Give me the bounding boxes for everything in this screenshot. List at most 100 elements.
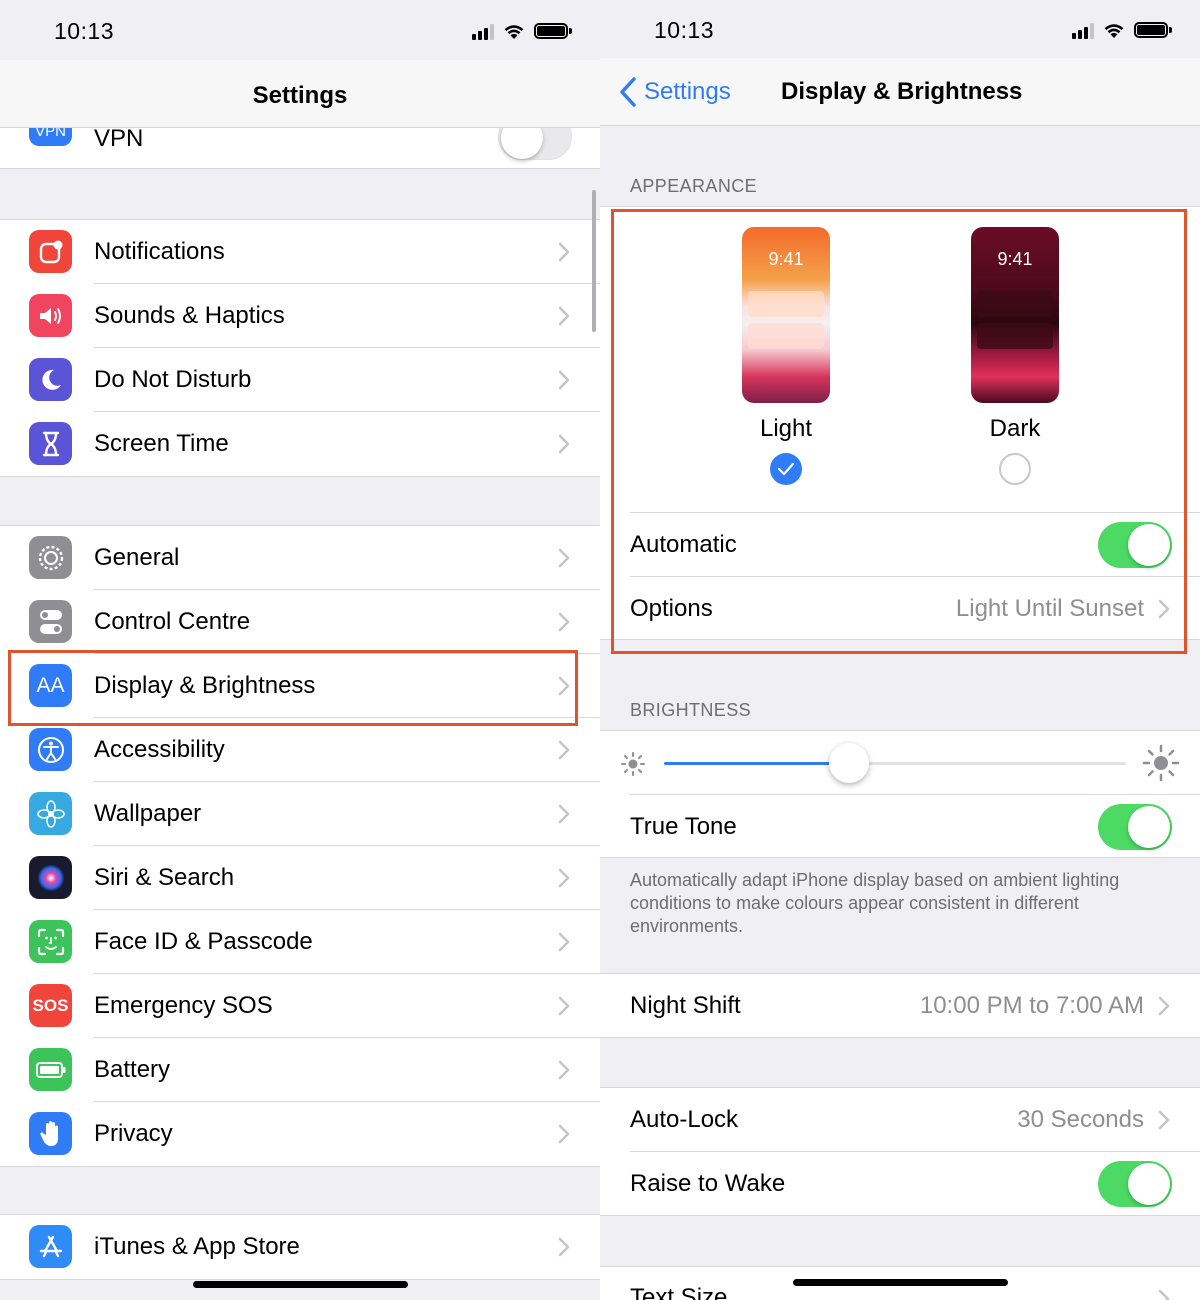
status-time-right: 10:13 (654, 17, 715, 43)
chevron-right-icon (558, 1237, 570, 1257)
toggles-icon (29, 600, 72, 643)
chevron-right-icon (558, 612, 570, 632)
highlight-box-appearance (611, 209, 1187, 654)
settings-row-general[interactable]: General (0, 526, 600, 590)
nav-bar-overlay: Settings (0, 60, 600, 128)
cellular-signal-icon (1072, 23, 1094, 39)
true-tone-description: Automatically adapt iPhone display based… (630, 870, 1120, 936)
hourglass-icon (29, 422, 72, 465)
page-title-right: Display & Brightness (781, 78, 1023, 105)
night-shift-group: Night Shift 10:00 PM to 7:00 AM (600, 973, 1200, 1038)
back-label: Settings (644, 78, 731, 105)
general-label: General (94, 544, 180, 571)
screentime-label: Screen Time (94, 430, 229, 457)
settings-row-wallpaper[interactable]: Wallpaper (0, 782, 600, 846)
battery-icon (29, 1048, 72, 1091)
brightness-header: BRIGHTNESS (630, 700, 752, 720)
settings-row-sos[interactable]: SOS Emergency SOS (0, 974, 600, 1038)
nav-bar-right: Settings Display & Brightness (600, 58, 1200, 126)
appearance-header: APPEARANCE (630, 176, 758, 196)
raise-to-wake-row: Raise to Wake (600, 1152, 1200, 1216)
cellular-signal-icon (472, 24, 494, 40)
siri-icon (29, 856, 72, 899)
settings-row-battery[interactable]: Battery (0, 1038, 600, 1102)
highlight-box-display (8, 650, 578, 726)
chevron-right-icon (558, 242, 570, 262)
settings-row-screentime[interactable]: Screen Time (0, 412, 600, 476)
chevron-right-icon (558, 932, 570, 952)
sun-large-icon (1142, 744, 1180, 782)
page-title-overlay: Settings (252, 82, 348, 109)
siri-label: Siri & Search (94, 864, 235, 891)
sounds-label: Sounds & Haptics (94, 302, 285, 329)
status-bar: 10:13 (0, 0, 600, 60)
chevron-right-icon (558, 1124, 570, 1144)
appstore-label: iTunes & App Store (94, 1233, 300, 1260)
chevron-right-icon (1158, 996, 1170, 1016)
sos-icon: SOS (29, 984, 72, 1027)
night-shift-value: 10:00 PM to 7:00 AM (919, 992, 1144, 1019)
status-bar-right: 10:13 (600, 0, 1200, 60)
settings-row-control[interactable]: Control Centre (0, 590, 600, 654)
faceid-label: Face ID & Passcode (94, 928, 313, 955)
app-store-icon (29, 1225, 72, 1268)
auto-lock-value: 30 Seconds (1017, 1106, 1144, 1133)
chevron-right-icon (558, 548, 570, 568)
scroll-indicator[interactable] (592, 190, 596, 332)
chevron-right-icon (558, 370, 570, 390)
lock-group: Auto-Lock 30 Seconds Raise to Wake (600, 1087, 1200, 1216)
settings-group-3: iTunes & App Store (0, 1214, 600, 1280)
face-id-icon (29, 920, 72, 963)
status-icons-right (1072, 21, 1172, 39)
gear-icon (29, 536, 72, 579)
true-tone-toggle[interactable] (1098, 804, 1172, 850)
home-indicator[interactable] (193, 1281, 408, 1288)
vpn-label: VPN (94, 125, 144, 152)
chevron-right-icon (558, 996, 570, 1016)
sos-label: Emergency SOS (94, 992, 273, 1019)
moon-icon (29, 358, 72, 401)
chevron-right-icon (558, 804, 570, 824)
battery-label: Battery (94, 1056, 171, 1083)
chevron-right-icon (1158, 1110, 1170, 1130)
raise-to-wake-label: Raise to Wake (630, 1170, 786, 1197)
brightness-slider-knob[interactable] (828, 743, 869, 783)
wallpaper-label: Wallpaper (94, 800, 202, 827)
accessibility-icon (29, 728, 72, 771)
accessibility-label: Accessibility (94, 736, 225, 763)
flower-icon (29, 792, 72, 835)
settings-row-notifications[interactable]: Notifications (0, 220, 600, 284)
home-indicator[interactable] (793, 1279, 1008, 1286)
settings-row-accessibility[interactable]: Accessibility (0, 718, 600, 782)
chevron-right-icon (558, 434, 570, 454)
status-icons (472, 22, 572, 40)
settings-row-sounds[interactable]: Sounds & Haptics (0, 284, 600, 348)
chevron-left-icon (620, 77, 636, 107)
settings-row-siri[interactable]: Siri & Search (0, 846, 600, 910)
chevron-right-icon (1158, 1289, 1170, 1300)
back-button[interactable]: Settings (618, 76, 731, 108)
settings-row-faceid[interactable]: Face ID & Passcode (0, 910, 600, 974)
settings-row-appstore[interactable]: iTunes & App Store (0, 1215, 600, 1279)
chevron-right-icon (558, 306, 570, 326)
battery-status-icon (534, 22, 572, 40)
brightness-group: True Tone (600, 730, 1200, 858)
true-tone-label: True Tone (630, 813, 737, 840)
notifications-icon (29, 230, 72, 273)
brightness-slider-row (600, 731, 1200, 795)
sun-small-icon (621, 752, 645, 776)
settings-row-privacy[interactable]: Privacy (0, 1102, 600, 1166)
privacy-label: Privacy (94, 1120, 173, 1147)
raise-to-wake-toggle[interactable] (1098, 1161, 1172, 1207)
status-time: 10:13 (54, 18, 115, 44)
auto-lock-row[interactable]: Auto-Lock 30 Seconds (600, 1088, 1200, 1152)
speaker-icon (29, 294, 72, 337)
chevron-right-icon (558, 868, 570, 888)
brightness-slider-fill (664, 762, 849, 765)
control-label: Control Centre (94, 608, 251, 635)
settings-row-dnd[interactable]: Do Not Disturb (0, 348, 600, 412)
chevron-right-icon (558, 1060, 570, 1080)
wifi-icon (504, 25, 524, 39)
night-shift-row[interactable]: Night Shift 10:00 PM to 7:00 AM (600, 974, 1200, 1038)
notifications-label: Notifications (94, 238, 225, 265)
